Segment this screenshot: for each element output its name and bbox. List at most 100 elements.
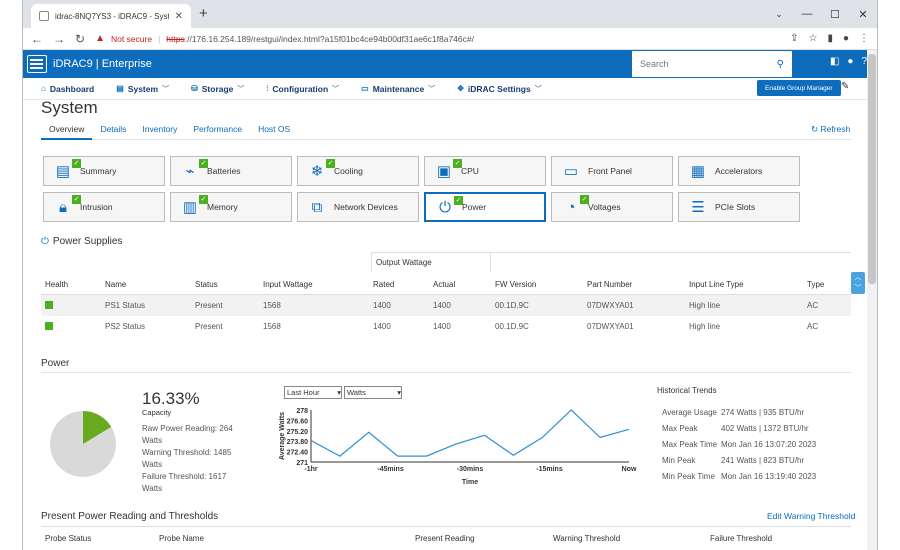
tile-label: PCIe Slots bbox=[715, 202, 756, 212]
edit-warning-threshold-link[interactable]: Edit Warning Threshold bbox=[767, 511, 855, 521]
col-rated: Rated bbox=[373, 279, 395, 289]
trend-row: Max Peak Time Mon Jan 16 13:07:20 2023 bbox=[662, 440, 817, 449]
tile-cooling[interactable]: ❄ ✓ Cooling bbox=[297, 156, 419, 186]
power-line-chart: 278276.60275.20273.80272.40271-1hr -45min… bbox=[279, 408, 637, 486]
tile-memory[interactable]: ▥ ✓ Memory bbox=[170, 192, 292, 222]
tasks-icon[interactable]: ◧ bbox=[830, 56, 839, 67]
col-failure-threshold: Failure Threshold bbox=[710, 534, 773, 543]
capacity-percent: 16.33% bbox=[142, 389, 200, 408]
warning-icon: ▲ bbox=[95, 33, 105, 44]
cpu-icon: ▣ bbox=[436, 163, 452, 180]
col-actual: Actual bbox=[433, 279, 456, 289]
maximize-icon[interactable]: ☐ bbox=[821, 0, 849, 28]
y-axis-label: Average Watts bbox=[279, 412, 286, 460]
tile-label: Memory bbox=[207, 202, 238, 212]
col-health: Health bbox=[45, 279, 69, 289]
cell: PS1 Status bbox=[105, 301, 146, 310]
nav-idrac-settings[interactable]: ✥ iDRAC Settings ﹀ bbox=[457, 84, 542, 94]
back-icon[interactable]: ← bbox=[31, 32, 43, 46]
chevron-down-icon: ▾ bbox=[337, 388, 341, 397]
minimize-icon[interactable]: — bbox=[793, 0, 821, 28]
user-icon[interactable]: ● bbox=[847, 56, 853, 67]
power-info: Raw Power Reading: 264 Watts Warning Thr… bbox=[142, 423, 242, 495]
chevron-down-icon: ﹀ bbox=[534, 85, 542, 93]
scroll-updown-icon[interactable]: ︿ ﹀ bbox=[851, 272, 865, 294]
tab-overview[interactable]: Overview bbox=[41, 124, 93, 140]
chevron-down-icon: ﹀ bbox=[162, 85, 170, 93]
tile-network-devices[interactable]: ⧉ Network Devices bbox=[297, 192, 419, 222]
tile-batteries[interactable]: ⌁ ✓ Batteries bbox=[170, 156, 292, 186]
cell: 07DWXYA01 bbox=[587, 301, 634, 310]
close-tab-icon[interactable]: ✕ bbox=[175, 11, 183, 22]
power-heading: Power bbox=[41, 358, 70, 369]
pin-icon[interactable]: ✎ bbox=[841, 81, 849, 92]
tile-accelerators[interactable]: ▦ Accelerators bbox=[678, 156, 800, 186]
settings-icon: ✥ bbox=[457, 84, 464, 93]
sidebar-icon[interactable]: ▮ bbox=[827, 33, 833, 44]
gauge-icon: ◔ bbox=[566, 198, 576, 216]
tab-host-os[interactable]: Host OS bbox=[250, 124, 298, 140]
front-panel-icon: ▭ bbox=[563, 163, 579, 180]
tile-pcie-slots[interactable]: ☰ PCIe Slots bbox=[678, 192, 800, 222]
y-tick-label: 278 bbox=[296, 408, 308, 415]
nav-storage[interactable]: ⛁ Storage ﹀ bbox=[191, 84, 244, 94]
nav-configuration[interactable]: ⫶ Configuration ﹀ bbox=[266, 84, 339, 94]
tile-intrusion[interactable]: 🔒︎ ✓ Intrusion bbox=[43, 192, 165, 222]
lock-icon: 🔒︎ bbox=[59, 198, 67, 216]
profile-icon[interactable]: ● bbox=[843, 33, 849, 44]
reload-icon[interactable]: ↻ bbox=[75, 32, 85, 46]
forward-icon[interactable]: → bbox=[53, 32, 65, 46]
tile-summary[interactable]: ▤ ✓ Summary bbox=[43, 156, 165, 186]
refresh-icon: ↻ bbox=[811, 124, 819, 134]
health-ok-icon bbox=[45, 321, 53, 332]
tile-label: CPU bbox=[461, 166, 479, 176]
plug-icon: ⏻ bbox=[439, 198, 451, 216]
tab-search-icon[interactable]: ⌄ bbox=[765, 0, 793, 28]
idrac-logo-icon bbox=[27, 55, 47, 73]
tile-cpu[interactable]: ▣ ✓ CPU bbox=[424, 156, 546, 186]
share-icon[interactable]: ⇪ bbox=[790, 33, 798, 44]
nav-dashboard[interactable]: ⌂ Dashboard bbox=[41, 84, 94, 94]
url-field[interactable]: ▲ Not secure | https://176.16.254.189/re… bbox=[95, 33, 780, 44]
search-box[interactable]: ⚲ bbox=[632, 51, 792, 77]
check-icon: ✓ bbox=[326, 159, 335, 168]
search-icon[interactable]: ⚲ bbox=[777, 59, 784, 70]
tile-label: Batteries bbox=[207, 166, 241, 176]
new-tab-icon[interactable]: + bbox=[199, 5, 208, 22]
enable-group-manager-button[interactable]: Enable Group Manager bbox=[757, 80, 841, 96]
tile-voltages[interactable]: ◔ ✓ Voltages bbox=[551, 192, 673, 222]
x-tick-label: Now bbox=[622, 466, 637, 473]
snowflake-icon: ❄ bbox=[310, 163, 324, 180]
nav-system[interactable]: ▤ System ﹀ bbox=[116, 84, 169, 94]
check-icon: ✓ bbox=[72, 159, 81, 168]
cell: 1568 bbox=[263, 301, 281, 310]
menu-icon[interactable]: ⋮ bbox=[859, 33, 869, 44]
cell: 07DWXYA01 bbox=[587, 322, 634, 331]
tab-performance[interactable]: Performance bbox=[185, 124, 250, 140]
url-scheme: https bbox=[166, 33, 185, 44]
tile-power[interactable]: ⏻ ✓ Power bbox=[424, 192, 546, 222]
accelerator-icon: ▦ bbox=[690, 163, 706, 180]
col-input-wattage: Input Wattage bbox=[263, 279, 313, 289]
cell: PS2 Status bbox=[105, 322, 146, 331]
check-icon: ✓ bbox=[72, 195, 81, 204]
nav-maintenance[interactable]: ▭ Maintenance ﹀ bbox=[361, 84, 435, 94]
x-tick-label: -15mins bbox=[536, 466, 563, 473]
chevron-down-icon: ﹀ bbox=[332, 85, 340, 93]
cell: Present bbox=[195, 322, 223, 331]
url-path: ://176.16.254.189/restgui/index.html?a15… bbox=[184, 33, 474, 44]
tab-inventory[interactable]: Inventory bbox=[134, 124, 185, 140]
tile-front-panel[interactable]: ▭ Front Panel bbox=[551, 156, 673, 186]
unit-select[interactable]: Watts ▾ bbox=[344, 386, 402, 399]
page-scrollbar[interactable] bbox=[867, 50, 877, 550]
time-range-select[interactable]: Last Hour ▾ bbox=[284, 386, 342, 399]
search-input[interactable] bbox=[640, 59, 760, 69]
cell: AC bbox=[807, 322, 819, 331]
tile-label: Voltages bbox=[588, 202, 621, 212]
star-icon[interactable]: ☆ bbox=[808, 33, 817, 44]
refresh-link[interactable]: ↻ Refresh bbox=[811, 124, 850, 135]
tab-details[interactable]: Details bbox=[92, 124, 134, 140]
browser-tab[interactable]: idrac-8NQ7YS3 - iDRAC9 - Syste ✕ bbox=[31, 4, 191, 28]
cell: 1400 bbox=[433, 301, 451, 310]
close-window-icon[interactable]: ✕ bbox=[849, 0, 877, 28]
